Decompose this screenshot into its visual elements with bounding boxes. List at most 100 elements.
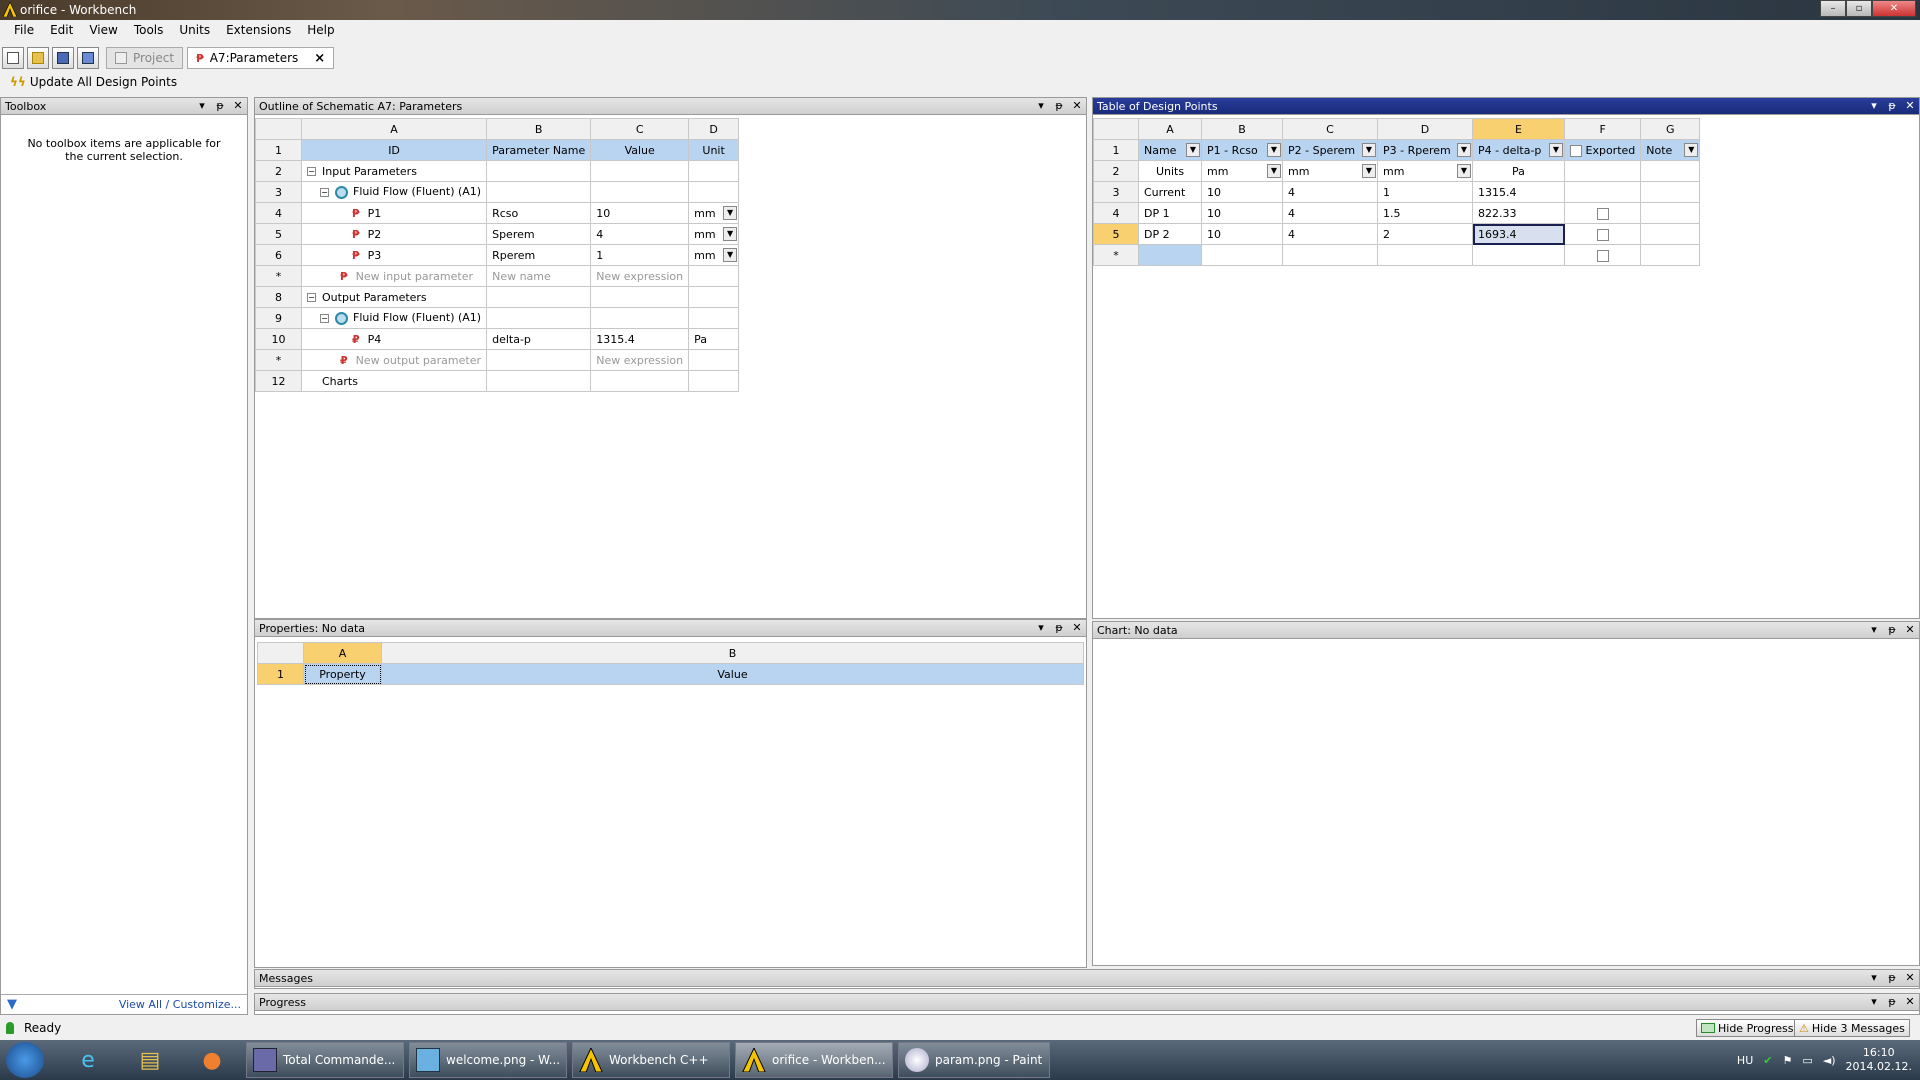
hide-progress-button[interactable]: Hide Progress — [1696, 1019, 1799, 1037]
tab-parameters[interactable]: ₱ A7:Parameters × — [187, 47, 335, 69]
collapse-icon[interactable]: − — [307, 293, 316, 302]
table-row[interactable]: * ₽ New output parameter New expression — [255, 349, 740, 371]
collapse-icon[interactable]: − — [307, 167, 316, 176]
task-orifice-workbench[interactable]: orifice - Workben... — [735, 1042, 893, 1078]
menu-units[interactable]: Units — [171, 23, 218, 37]
header-value[interactable]: Value — [381, 663, 1084, 685]
start-button[interactable] — [6, 1042, 44, 1078]
close-icon[interactable]: ✕ — [1905, 995, 1915, 1008]
pin-icon[interactable]: ᵽ — [1887, 623, 1897, 636]
internet-explorer-icon[interactable]: e — [62, 1043, 114, 1077]
flag-icon[interactable]: ⚑ — [1782, 1054, 1792, 1067]
dropdown-icon[interactable]: ▾ — [1869, 995, 1879, 1008]
unit-dropdown-icon[interactable]: ▼ — [1267, 164, 1281, 178]
menu-view[interactable]: View — [81, 23, 125, 37]
unit-dropdown-icon[interactable]: ▼ — [723, 206, 738, 220]
collapse-icon[interactable]: − — [320, 313, 329, 323]
header-parameter-name[interactable]: Parameter Name — [486, 139, 592, 161]
close-icon[interactable]: ✕ — [1905, 971, 1915, 984]
header-value[interactable]: Value — [590, 139, 690, 161]
close-icon[interactable]: ✕ — [233, 99, 243, 112]
view-all-customize-link[interactable]: View All / Customize... — [119, 998, 241, 1011]
close-icon[interactable]: ✕ — [1905, 99, 1915, 112]
col-letter[interactable]: E — [1472, 118, 1565, 140]
task-workbench-cpp[interactable]: Workbench C++ — [572, 1042, 730, 1078]
table-row[interactable]: 9 − Fluid Flow (Fluent) (A1) — [255, 307, 740, 329]
table-row[interactable]: 3 Current 10 4 1 1315.4 — [1093, 181, 1701, 203]
hide-messages-button[interactable]: ⚠ Hide 3 Messages — [1794, 1019, 1910, 1037]
table-row[interactable]: 5 ₱ P2 Sperem 4 mm ▼ — [255, 223, 740, 245]
menu-extensions[interactable]: Extensions — [218, 23, 299, 37]
col-letter[interactable]: G — [1640, 118, 1701, 140]
dropdown-icon[interactable]: ▾ — [1869, 971, 1879, 984]
new-expression[interactable]: New expression — [590, 349, 690, 371]
col-letter[interactable]: B — [381, 642, 1084, 664]
open-file-button[interactable] — [27, 47, 49, 69]
header-id[interactable]: ID — [300, 139, 488, 161]
menu-file[interactable]: File — [6, 23, 42, 37]
table-row[interactable]: * ₱ New input parameter New name New expr… — [255, 265, 740, 287]
new-design-point-row[interactable]: * — [1093, 244, 1701, 266]
pin-icon[interactable]: ᵽ — [1887, 971, 1897, 984]
exported-checkbox[interactable] — [1596, 207, 1609, 220]
pin-icon[interactable]: ᵽ — [1054, 621, 1064, 634]
dropdown-icon[interactable]: ▾ — [197, 99, 207, 112]
exported-checkbox[interactable] — [1596, 228, 1609, 241]
filter-dropdown-icon[interactable]: ▼ — [1267, 143, 1281, 157]
clock[interactable]: 16:10 2014.02.12. — [1846, 1046, 1912, 1074]
file-explorer-icon[interactable]: ▤ — [124, 1043, 176, 1077]
pin-icon[interactable]: ᵽ — [1887, 99, 1897, 112]
dropdown-icon[interactable]: ▾ — [1869, 623, 1879, 636]
table-row[interactable]: 4 ₱ P1 Rcso 10 mm ▼ — [255, 202, 740, 224]
language-indicator[interactable]: HU — [1737, 1054, 1753, 1067]
header-unit[interactable]: Unit — [688, 139, 740, 161]
table-row[interactable]: 4 DP 1 10 4 1.5 822.33 — [1093, 202, 1701, 224]
menu-tools[interactable]: Tools — [126, 23, 172, 37]
exported-checkbox[interactable] — [1596, 249, 1609, 262]
close-tab-icon[interactable]: × — [314, 51, 325, 66]
pin-icon[interactable]: ᵽ — [215, 99, 225, 112]
col-letter[interactable]: F — [1563, 118, 1642, 140]
new-file-button[interactable] — [2, 47, 24, 69]
task-welcome-png[interactable]: welcome.png - W... — [409, 1042, 567, 1078]
close-window-button[interactable]: ✕ — [1872, 0, 1916, 17]
exported-checkbox[interactable] — [1570, 144, 1582, 157]
volume-icon[interactable]: ◄) — [1823, 1054, 1836, 1067]
menu-help[interactable]: Help — [299, 23, 342, 37]
network-icon[interactable]: ▭ — [1802, 1054, 1812, 1067]
unit-dropdown-icon[interactable]: ▼ — [723, 227, 738, 241]
close-icon[interactable]: ✕ — [1072, 621, 1082, 634]
dropdown-icon[interactable]: ▾ — [1036, 621, 1046, 634]
unit-dropdown-icon[interactable]: ▼ — [723, 248, 738, 262]
table-row[interactable]: 12 Charts — [255, 370, 740, 392]
table-row[interactable]: 6 ₱ P3 Rperem 1 mm ▼ — [255, 244, 740, 266]
menu-edit[interactable]: Edit — [42, 23, 81, 37]
table-row[interactable]: 5 DP 2 10 4 2 1693.4 — [1093, 223, 1701, 245]
col-letter[interactable]: C — [1282, 118, 1378, 140]
pin-icon[interactable]: ᵽ — [1887, 995, 1897, 1008]
table-row[interactable]: 2 − Input Parameters — [255, 160, 740, 182]
firefox-icon[interactable]: ● — [186, 1043, 238, 1077]
filter-icon[interactable]: ▼ — [7, 997, 17, 1012]
save-button[interactable] — [52, 47, 74, 69]
dropdown-icon[interactable]: ▾ — [1036, 99, 1046, 112]
col-letter[interactable]: C — [590, 118, 690, 140]
unit-dropdown-icon[interactable]: ▼ — [1457, 164, 1471, 178]
filter-dropdown-icon[interactable]: ▼ — [1684, 143, 1699, 157]
col-letter[interactable]: A — [303, 642, 382, 664]
unit-dropdown-icon[interactable]: ▼ — [1362, 164, 1376, 178]
table-row[interactable]: 10 ₽ P4 delta-p 1315.4 Pa — [255, 328, 740, 350]
save-as-button[interactable] — [77, 47, 99, 69]
col-letter[interactable]: B — [486, 118, 592, 140]
antivirus-icon[interactable]: ✔ — [1763, 1054, 1772, 1067]
task-param-paint[interactable]: param.png - Paint — [898, 1042, 1050, 1078]
selected-cell[interactable]: 1693.4 — [1472, 223, 1565, 245]
filter-dropdown-icon[interactable]: ▼ — [1186, 143, 1200, 157]
maximize-button[interactable]: ▫ — [1846, 0, 1872, 17]
filter-dropdown-icon[interactable]: ▼ — [1362, 143, 1376, 157]
table-row[interactable]: 8 − Output Parameters — [255, 286, 740, 308]
filter-dropdown-icon[interactable]: ▼ — [1549, 143, 1563, 157]
update-all-design-points-button[interactable]: Update All Design Points — [30, 75, 177, 89]
tab-project[interactable]: Project — [106, 47, 184, 69]
new-expression[interactable]: New expression — [590, 265, 690, 287]
